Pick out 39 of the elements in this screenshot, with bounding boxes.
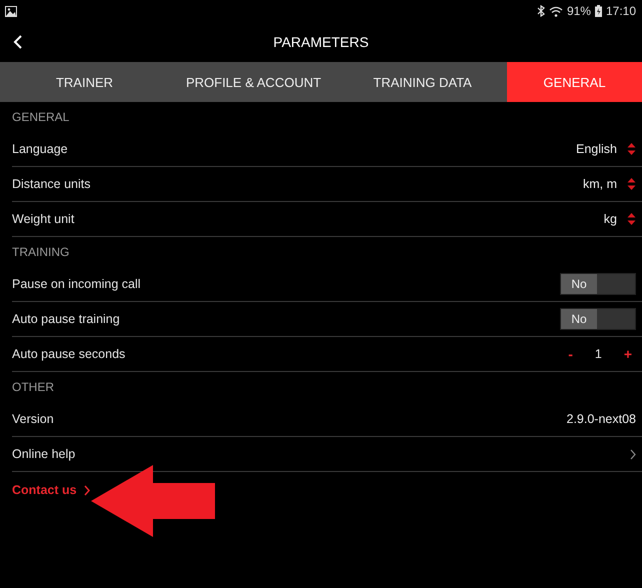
battery-icon — [594, 5, 602, 17]
tab[interactable]: TRAINING DATA — [338, 62, 507, 102]
setting-value[interactable]: km, m — [582, 177, 617, 191]
clock-time: 17:10 — [606, 4, 636, 18]
setting-label: Auto pause training — [12, 312, 120, 326]
tab[interactable]: GENERAL — [507, 62, 642, 102]
section-heading: OTHER — [12, 379, 55, 396]
up-down-arrows-icon[interactable] — [627, 142, 636, 156]
back-icon[interactable] — [13, 35, 23, 49]
setting-label: Online help — [12, 447, 76, 461]
section-heading: GENERAL — [12, 109, 70, 126]
setting-value[interactable]: English — [576, 142, 617, 156]
chevron-right-icon — [630, 448, 636, 460]
tab[interactable]: TRAINER — [0, 62, 169, 102]
contact-link[interactable]: Contact us — [12, 483, 90, 497]
toggle-switch[interactable]: No — [560, 273, 636, 295]
setting-label: Weight unit — [12, 212, 74, 226]
bluetooth-icon — [536, 5, 545, 17]
wifi-icon — [548, 6, 563, 16]
list-item[interactable]: Online help — [12, 437, 642, 472]
setting-label: Auto pause seconds — [12, 347, 126, 361]
image-icon — [5, 6, 17, 16]
setting-label: Pause on incoming call — [12, 277, 141, 291]
setting-label: Distance units — [12, 177, 91, 191]
plus-button[interactable]: + — [620, 346, 636, 362]
up-down-arrows-icon[interactable] — [627, 212, 636, 226]
chevron-right-icon — [84, 484, 90, 496]
stepper-value: 1 — [594, 347, 603, 361]
toggle-switch[interactable]: No — [560, 308, 636, 330]
minus-button[interactable]: - — [564, 346, 577, 362]
setting-label: Language — [12, 142, 68, 156]
setting-value: 2.9.0-next08 — [566, 412, 636, 426]
tab[interactable]: PROFILE & ACCOUNT — [169, 62, 338, 102]
battery-percentage: 91% — [566, 4, 591, 18]
setting-label: Version — [12, 412, 54, 426]
setting-value[interactable]: kg — [604, 212, 617, 226]
up-down-arrows-icon[interactable] — [627, 177, 636, 191]
section-heading: TRAINING — [12, 244, 70, 261]
page-title: PARAMETERS — [273, 34, 369, 50]
